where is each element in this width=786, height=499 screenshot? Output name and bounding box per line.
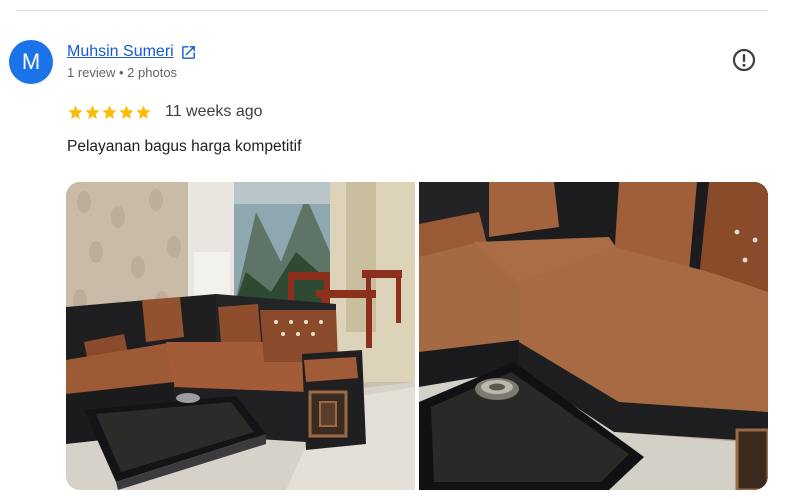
review-text: Pelayanan bagus harga kompetitif	[67, 138, 302, 155]
star-icon	[101, 104, 118, 121]
star-icon	[118, 104, 135, 121]
star-icon	[84, 104, 101, 121]
review-photo-1[interactable]	[66, 182, 415, 490]
author-meta: 1 review • 2 photos	[67, 65, 178, 80]
star-icon	[67, 104, 84, 121]
report-icon[interactable]	[731, 47, 757, 73]
star-icon	[135, 104, 152, 121]
star-rating	[67, 104, 152, 121]
review-date: 11 weeks ago	[165, 103, 263, 120]
top-divider	[16, 10, 768, 11]
review-photo-2[interactable]	[419, 182, 768, 490]
author-avatar[interactable]: M	[9, 40, 53, 84]
author-row: Muhsin Sumeri	[67, 42, 197, 62]
author-name-link[interactable]: Muhsin Sumeri	[67, 43, 174, 61]
external-link-icon[interactable]	[180, 44, 197, 61]
rating-row: 11 weeks ago	[67, 101, 263, 123]
